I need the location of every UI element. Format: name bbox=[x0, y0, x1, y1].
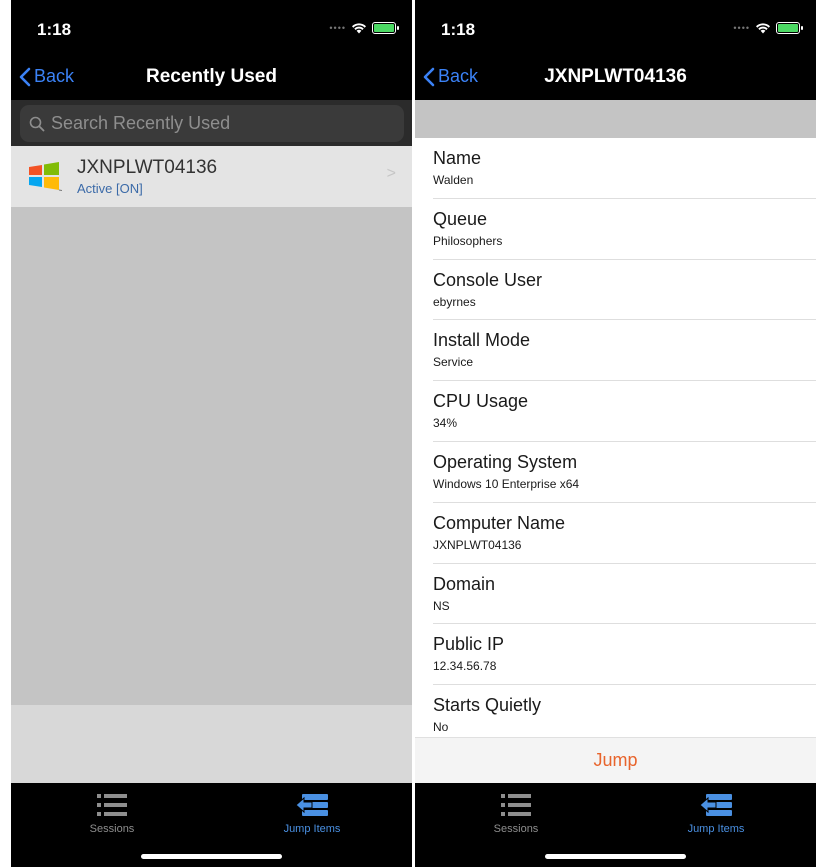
detail-label: Public IP bbox=[433, 634, 505, 655]
detail-row-domain: Domain NS bbox=[415, 564, 816, 625]
detail-label: Name bbox=[433, 148, 482, 168]
empty-footer-area bbox=[11, 705, 412, 783]
tab-label: Jump Items bbox=[687, 823, 745, 835]
signal-icon: •••• bbox=[733, 23, 750, 33]
status-icons: •••• bbox=[329, 22, 399, 34]
detail-value: NS bbox=[433, 598, 450, 613]
signal-icon: •••• bbox=[329, 23, 346, 33]
search-input[interactable] bbox=[51, 113, 391, 134]
jump-button[interactable]: Jump bbox=[415, 737, 816, 783]
jump-items-icon bbox=[295, 794, 328, 816]
tab-jump-items[interactable]: Jump Items bbox=[656, 791, 776, 835]
detail-list[interactable]: Name Walden Queue Philosophers Console U… bbox=[415, 138, 816, 737]
page-title: JXNPLWT04136 bbox=[544, 66, 687, 87]
detail-label: Install Mode bbox=[433, 330, 531, 351]
detail-row-cpu-usage: CPU Usage 34% bbox=[415, 381, 816, 442]
detail-label: Domain bbox=[433, 573, 496, 594]
jump-item-status: Active [ON] bbox=[77, 181, 143, 196]
detail-label: Computer Name bbox=[433, 512, 566, 533]
jump-item-name: JXNPLWT04136 bbox=[77, 157, 218, 178]
detail-value: Philosophers bbox=[433, 233, 503, 248]
tab-sessions[interactable]: Sessions bbox=[52, 791, 172, 835]
detail-row-public-ip: Public IP 12.34.56.78 bbox=[415, 624, 816, 685]
jump-item-row[interactable]: JXNPLWT04136 Active [ON] > bbox=[11, 146, 412, 207]
detail-row-computer-name: Computer Name JXNPLWT04136 bbox=[415, 503, 816, 564]
detail-value: No bbox=[433, 720, 449, 735]
detail-row-queue: Queue Philosophers bbox=[415, 199, 816, 260]
detail-label: CPU Usage bbox=[433, 391, 529, 412]
detail-value: ebyrnes bbox=[433, 294, 476, 309]
status-bar: 1:18 •••• bbox=[415, 0, 816, 56]
tab-label: Jump Items bbox=[283, 823, 341, 835]
detail-label: Operating System bbox=[433, 451, 578, 472]
page-title: Recently Used bbox=[146, 66, 277, 87]
detail-row-operating-system: Operating System Windows 10 Enterprise x… bbox=[415, 442, 816, 503]
jump-item-detail-screen: 1:18 •••• Back JXNPLWT04136 Name Walden … bbox=[415, 0, 816, 867]
detail-label: Console User bbox=[433, 269, 543, 290]
search-icon bbox=[29, 116, 45, 131]
status-time: 1:18 bbox=[37, 20, 72, 39]
tab-bar: Sessions Jump Items bbox=[11, 783, 412, 867]
battery-icon bbox=[372, 22, 399, 34]
tab-jump-items[interactable]: Jump Items bbox=[252, 791, 372, 835]
header-band bbox=[415, 100, 816, 138]
detail-row-console-user: Console User ebyrnes bbox=[415, 260, 816, 321]
empty-list-area bbox=[11, 207, 412, 705]
detail-label: Queue bbox=[433, 208, 488, 229]
jump-button-label: Jump bbox=[593, 750, 638, 770]
detail-value: 12.34.56.78 bbox=[433, 659, 497, 674]
battery-icon bbox=[776, 22, 803, 34]
detail-value: Walden bbox=[433, 173, 474, 187]
wifi-icon bbox=[756, 23, 770, 34]
nav-bar: Back JXNPLWT04136 bbox=[415, 56, 816, 100]
detail-row-name: Name Walden bbox=[415, 138, 816, 199]
tab-sessions[interactable]: Sessions bbox=[456, 791, 576, 835]
windows-logo-icon bbox=[29, 162, 62, 191]
list-icon bbox=[501, 794, 531, 816]
status-icons: •••• bbox=[733, 22, 803, 34]
detail-value: Service bbox=[433, 355, 474, 370]
detail-value: Windows 10 Enterprise x64 bbox=[433, 476, 580, 491]
tab-bar: Sessions Jump Items bbox=[415, 783, 816, 867]
detail-row-install-mode: Install Mode Service bbox=[415, 320, 816, 381]
home-indicator[interactable] bbox=[545, 854, 686, 859]
wifi-icon bbox=[352, 23, 366, 34]
jump-items-icon bbox=[699, 794, 732, 816]
nav-bar: Back Recently Used bbox=[11, 56, 412, 100]
tab-label: Sessions bbox=[89, 823, 135, 835]
detail-row-starts-quietly: Starts Quietly No bbox=[415, 685, 816, 737]
detail-value: JXNPLWT04136 bbox=[433, 537, 522, 552]
list-icon bbox=[97, 794, 127, 816]
recently-used-screen: 1:18 •••• Back Recently Used Search Rece… bbox=[11, 0, 412, 867]
detail-value: 34% bbox=[433, 416, 458, 431]
tab-label: Sessions bbox=[493, 823, 539, 835]
search-field[interactable] bbox=[20, 105, 404, 142]
detail-label: Starts Quietly bbox=[433, 695, 542, 716]
search-bar bbox=[11, 100, 412, 146]
home-indicator[interactable] bbox=[141, 854, 282, 859]
status-bar: 1:18 •••• bbox=[11, 0, 412, 56]
chevron-right-icon: > bbox=[386, 165, 396, 182]
status-time: 1:18 bbox=[441, 20, 476, 39]
